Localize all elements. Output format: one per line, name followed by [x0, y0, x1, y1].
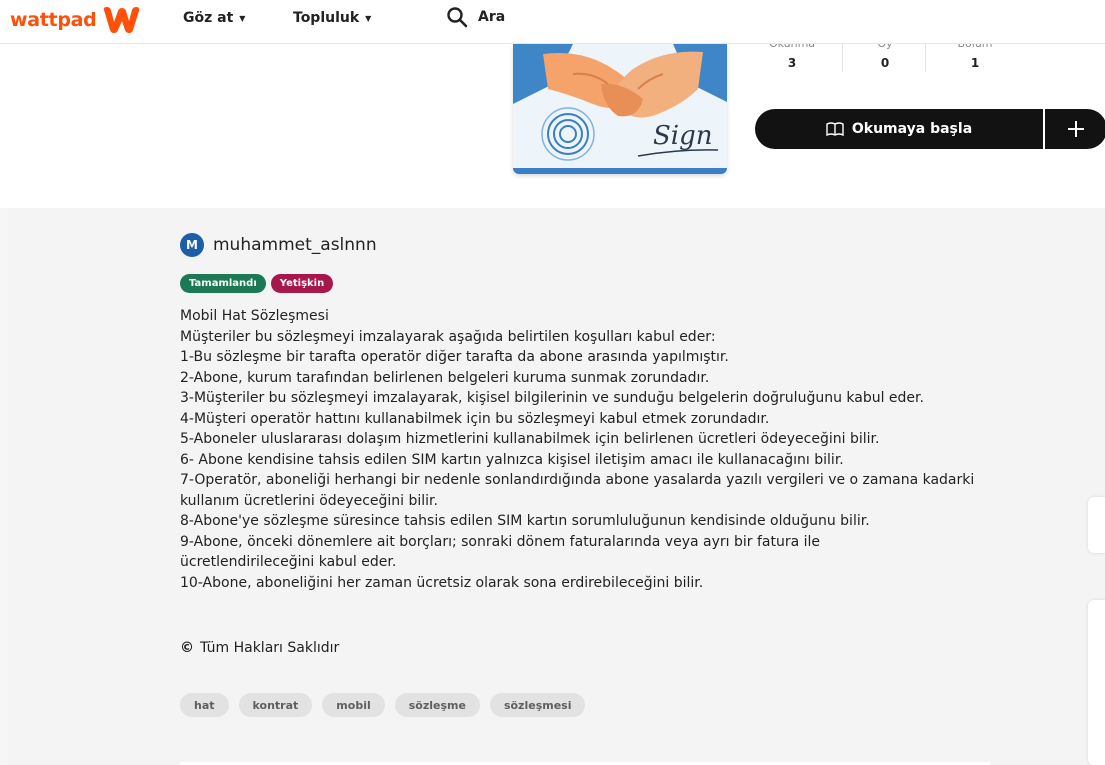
story-badges: Tamamlandı Yetişkin: [180, 274, 338, 293]
description-line: 9-Abone, önceki dönemlere ait borçları; …: [180, 533, 820, 571]
description-line: Müşteriler bu sözleşmeyi imzalayarak aşa…: [180, 328, 716, 345]
description-line: 10-Abone, aboneliğini her zaman ücretsiz…: [180, 574, 704, 591]
plus-icon: [1068, 121, 1084, 137]
book-open-icon: [826, 122, 844, 136]
description-line: 8-Abone'ye sözleşme süresince tahsis edi…: [180, 513, 870, 529]
story-header: Sign Okunma 3 Oy 0 Bölüm 1 Okumaya başla: [0, 44, 1105, 208]
browse-menu[interactable]: Göz at ▼: [183, 10, 245, 26]
chevron-down-icon: ▼: [365, 14, 372, 23]
description-line: 3-Müşteriler bu sözleşmeyi imzalayarak, …: [180, 390, 924, 406]
copyright-text: Tüm Hakları Saklıdır: [200, 640, 340, 656]
stat-label: Okunma: [752, 44, 832, 54]
copyright: © Tüm Hakları Saklıdır: [180, 640, 339, 656]
tag-pill[interactable]: kontrat: [238, 693, 313, 717]
wattpad-w-icon: [104, 7, 140, 33]
mature-badge: Yetişkin: [270, 274, 334, 293]
stat-value: 1: [970, 56, 980, 70]
tag-pill[interactable]: hat: [180, 693, 229, 717]
description-line: 7-Operatör, aboneliği herhangi bir neden…: [180, 472, 975, 509]
avatar: M: [180, 233, 204, 257]
stat-value: 3: [787, 56, 797, 70]
community-menu[interactable]: Topluluk ▼: [293, 10, 371, 26]
add-to-library-button[interactable]: [1045, 109, 1105, 149]
description-line: 1-Bu sözleşme bir tarafta operatör diğer…: [180, 349, 729, 365]
description-line: 4-Müşteri operatör hattını kullanabilmek…: [180, 410, 770, 427]
start-reading-label: Okumaya başla: [851, 121, 973, 137]
search-label: Ara: [478, 9, 506, 25]
description-line: 6- Abone kendisine tahsis edilen SIM kar…: [180, 451, 844, 468]
wattpad-logo[interactable]: wattpad: [10, 6, 141, 34]
handshake-cover-image: Sign: [513, 44, 727, 174]
author-name: muhammet_aslnnn: [213, 235, 377, 255]
stat-votes: Oy 0: [845, 44, 925, 70]
side-card: [1088, 600, 1105, 765]
description-line: 2-Abone, kurum tarafından belirlenen bel…: [180, 369, 710, 386]
description-line: 5-Aboneler uluslararası dolaşım hizmetle…: [180, 431, 880, 447]
tag-pill[interactable]: mobil: [322, 693, 385, 717]
svg-text:Sign: Sign: [653, 121, 713, 151]
stat-parts: Bölüm 1: [935, 44, 1015, 70]
community-label: Topluluk: [293, 10, 360, 26]
tag-list: hat kontrat mobil sözleşme sözleşmesi: [180, 693, 595, 717]
search-icon: [447, 7, 468, 28]
story-description: Mobil Hat Sözleşmesi Müşteriler bu sözle…: [180, 306, 1010, 593]
stat-divider: [842, 44, 843, 72]
stat-reads: Okunma 3: [752, 44, 832, 70]
stat-label: Bölüm: [935, 44, 1015, 54]
stat-label: Oy: [845, 44, 925, 54]
author-link[interactable]: M muhammet_aslnnn: [180, 233, 377, 257]
browse-label: Göz at: [183, 10, 234, 26]
side-card: [1088, 497, 1105, 553]
chevron-down-icon: ▼: [239, 14, 246, 23]
cover-accent-bar: [513, 168, 727, 174]
stat-value: 0: [880, 56, 890, 70]
top-navbar: wattpad Göz at ▼ Topluluk ▼ Ara: [0, 0, 1105, 44]
copyright-icon: ©: [180, 640, 194, 656]
description-line: Mobil Hat Sözleşmesi: [180, 308, 329, 324]
status-badge: Tamamlandı: [180, 274, 266, 293]
story-cover[interactable]: Sign: [513, 44, 727, 174]
story-details: M muhammet_aslnnn Tamamlandı Yetişkin Mo…: [8, 208, 1105, 765]
logo-text: wattpad: [10, 9, 97, 31]
search-box[interactable]: Ara: [446, 6, 505, 28]
stat-divider: [925, 44, 926, 72]
tag-pill[interactable]: sözleşme: [394, 693, 480, 717]
tag-pill[interactable]: sözleşmesi: [489, 693, 586, 717]
start-reading-button[interactable]: Okumaya başla: [755, 109, 1043, 149]
